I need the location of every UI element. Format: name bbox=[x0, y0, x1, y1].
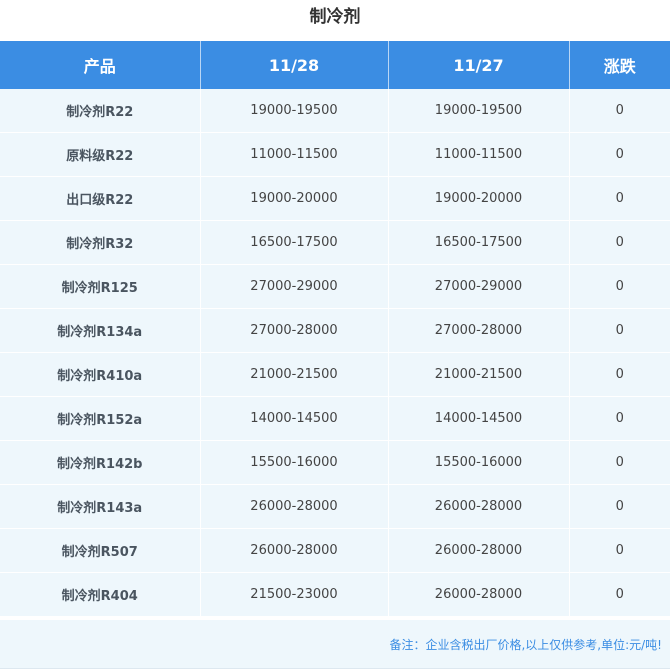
product-cell: 原料级R22 bbox=[0, 132, 201, 177]
price-1127-cell: 27000-29000 bbox=[388, 264, 570, 309]
price-1128-cell: 27000-28000 bbox=[200, 308, 389, 353]
product-cell: 制冷剂R143a bbox=[0, 484, 201, 529]
change-cell: 0 bbox=[569, 352, 670, 397]
change-cell: 0 bbox=[569, 308, 670, 353]
table-row: 原料级R22 11000-11500 11000-11500 0 bbox=[0, 132, 670, 177]
price-1128-cell: 14000-14500 bbox=[200, 396, 389, 441]
change-cell: 0 bbox=[569, 440, 670, 485]
price-1127-cell: 27000-28000 bbox=[388, 308, 570, 353]
price-1127-cell: 26000-28000 bbox=[388, 528, 570, 573]
price-table-page: 制冷剂 产品 11/28 11/27 涨跌 制冷剂R22 19000-19500… bbox=[0, 0, 670, 670]
header-product: 产品 bbox=[0, 41, 201, 89]
table-row: 制冷剂R507 26000-28000 26000-28000 0 bbox=[0, 528, 670, 573]
table-row: 制冷剂R142b 15500-16000 15500-16000 0 bbox=[0, 440, 670, 485]
change-cell: 0 bbox=[569, 484, 670, 529]
product-cell: 制冷剂R125 bbox=[0, 264, 201, 309]
change-cell: 0 bbox=[569, 89, 670, 133]
product-cell: 制冷剂R22 bbox=[0, 89, 201, 133]
table-row: 制冷剂R143a 26000-28000 26000-28000 0 bbox=[0, 484, 670, 529]
change-cell: 0 bbox=[569, 132, 670, 177]
table-row: 制冷剂R134a 27000-28000 27000-28000 0 bbox=[0, 308, 670, 353]
product-cell: 出口级R22 bbox=[0, 176, 201, 221]
price-1127-cell: 26000-28000 bbox=[388, 484, 570, 529]
table-header-row: 产品 11/28 11/27 涨跌 bbox=[0, 41, 670, 89]
table-row: 制冷剂R404 21500-23000 26000-28000 0 bbox=[0, 572, 670, 617]
product-cell: 制冷剂R32 bbox=[0, 220, 201, 265]
table-row: 制冷剂R125 27000-29000 27000-29000 0 bbox=[0, 264, 670, 309]
table-row: 制冷剂R22 19000-19500 19000-19500 0 bbox=[0, 89, 670, 133]
page-title: 制冷剂 bbox=[309, 7, 361, 27]
table-row: 出口级R22 19000-20000 19000-20000 0 bbox=[0, 176, 670, 221]
change-cell: 0 bbox=[569, 220, 670, 265]
price-1128-cell: 26000-28000 bbox=[200, 528, 389, 573]
price-1127-cell: 21000-21500 bbox=[388, 352, 570, 397]
price-table: 产品 11/28 11/27 涨跌 制冷剂R22 19000-19500 190… bbox=[0, 41, 670, 617]
product-cell: 制冷剂R404 bbox=[0, 572, 201, 617]
change-cell: 0 bbox=[569, 264, 670, 309]
price-1127-cell: 11000-11500 bbox=[388, 132, 570, 177]
table-row: 制冷剂R410a 21000-21500 21000-21500 0 bbox=[0, 352, 670, 397]
product-cell: 制冷剂R152a bbox=[0, 396, 201, 441]
price-1128-cell: 21000-21500 bbox=[200, 352, 389, 397]
price-1127-cell: 15500-16000 bbox=[388, 440, 570, 485]
footer-note: 备注：企业含税出厂价格,以上仅供参考,单位:元/吨! bbox=[389, 638, 662, 652]
product-cell: 制冷剂R142b bbox=[0, 440, 201, 485]
product-cell: 制冷剂R134a bbox=[0, 308, 201, 353]
footer-note-bar: 备注：企业含税出厂价格,以上仅供参考,单位:元/吨! bbox=[0, 620, 670, 669]
price-1128-cell: 16500-17500 bbox=[200, 220, 389, 265]
price-1128-cell: 26000-28000 bbox=[200, 484, 389, 529]
header-date-1128: 11/28 bbox=[200, 41, 389, 89]
price-1128-cell: 19000-20000 bbox=[200, 176, 389, 221]
header-date-1127: 11/27 bbox=[388, 41, 570, 89]
price-1128-cell: 27000-29000 bbox=[200, 264, 389, 309]
price-1128-cell: 11000-11500 bbox=[200, 132, 389, 177]
price-1127-cell: 19000-19500 bbox=[388, 89, 570, 133]
table-row: 制冷剂R152a 14000-14500 14000-14500 0 bbox=[0, 396, 670, 441]
table-row: 制冷剂R32 16500-17500 16500-17500 0 bbox=[0, 220, 670, 265]
price-1128-cell: 15500-16000 bbox=[200, 440, 389, 485]
change-cell: 0 bbox=[569, 572, 670, 617]
change-cell: 0 bbox=[569, 176, 670, 221]
product-cell: 制冷剂R410a bbox=[0, 352, 201, 397]
header-change: 涨跌 bbox=[569, 41, 670, 89]
price-1127-cell: 19000-20000 bbox=[388, 176, 570, 221]
change-cell: 0 bbox=[569, 396, 670, 441]
product-cell: 制冷剂R507 bbox=[0, 528, 201, 573]
price-1127-cell: 14000-14500 bbox=[388, 396, 570, 441]
change-cell: 0 bbox=[569, 528, 670, 573]
price-1128-cell: 19000-19500 bbox=[200, 89, 389, 133]
price-1127-cell: 26000-28000 bbox=[388, 572, 570, 617]
price-1127-cell: 16500-17500 bbox=[388, 220, 570, 265]
price-1128-cell: 21500-23000 bbox=[200, 572, 389, 617]
